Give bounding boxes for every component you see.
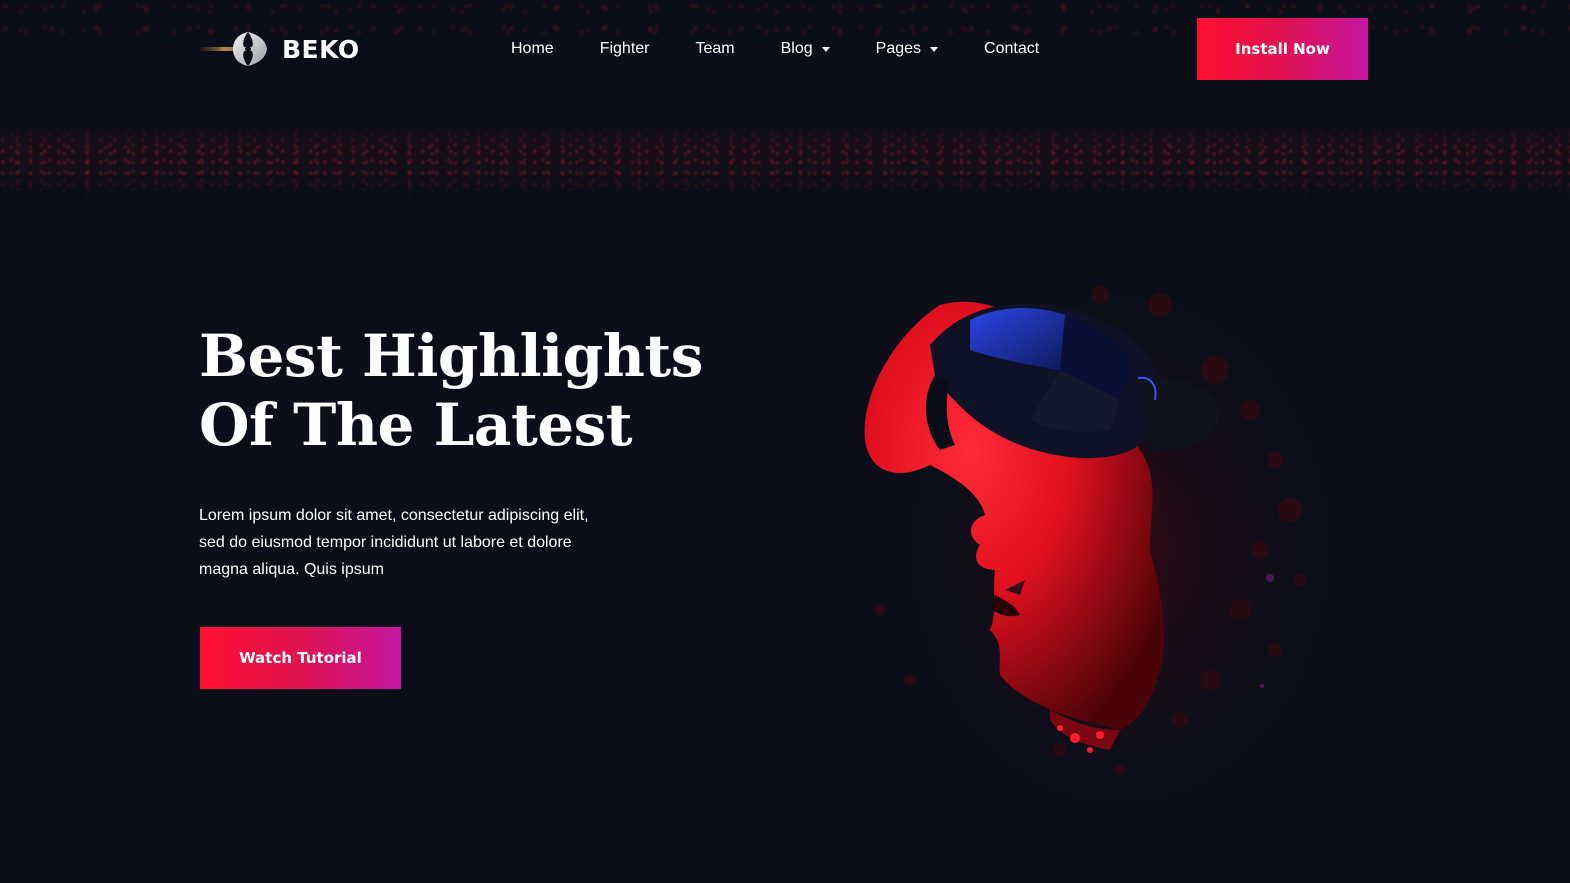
watch-tutorial-button[interactable]: Watch Tutorial xyxy=(200,627,401,689)
landing-page: BEKO Home Fighter Team Blog Pages Contac… xyxy=(0,0,1570,883)
hero-description: Lorem ipsum dolor sit amet, consectetur … xyxy=(199,502,639,583)
caret-down-icon xyxy=(930,47,939,52)
nav-item-pages[interactable]: Pages xyxy=(875,40,939,58)
hero-texture-band xyxy=(0,125,1570,200)
nav-item-label: Blog xyxy=(780,40,813,57)
nav-item-label: Home xyxy=(511,40,554,57)
axe-logo-icon xyxy=(200,32,267,66)
caret-down-icon xyxy=(821,47,830,52)
hero-description-line: magna aliqua. Quis ipsum xyxy=(199,561,384,578)
install-now-button[interactable]: Install Now xyxy=(1197,18,1368,80)
brand-name: BEKO xyxy=(282,34,360,64)
site-header: BEKO Home Fighter Team Blog Pages Contac… xyxy=(0,0,1570,98)
nav-item-fighter[interactable]: Fighter xyxy=(600,40,650,58)
nav-item-contact[interactable]: Contact xyxy=(984,40,1039,58)
nav-item-label: Pages xyxy=(875,40,922,57)
nav-item-home[interactable]: Home xyxy=(511,40,554,58)
hero-title-line: Of The Latest xyxy=(199,391,633,459)
hero-description-line: Lorem ipsum dolor sit amet, consectetur … xyxy=(199,507,589,524)
hero-title-line: Best Highlights xyxy=(199,322,703,390)
vr-headset-gamer-icon xyxy=(864,270,1350,830)
hero-description-line: sed do eiusmod tempor incididunt ut labo… xyxy=(199,534,572,551)
nav-item-label: Contact xyxy=(984,40,1040,57)
nav-item-label: Fighter xyxy=(599,40,650,57)
brand-logo[interactable]: BEKO xyxy=(200,30,360,68)
nav-item-team[interactable]: Team xyxy=(695,40,734,58)
hero-title: Best Highlights Of The Latest xyxy=(199,322,759,460)
nav-item-label: Team xyxy=(695,40,735,57)
nav-item-blog[interactable]: Blog xyxy=(781,40,830,58)
main-nav: Home Fighter Team Blog Pages Contact xyxy=(511,36,1039,62)
